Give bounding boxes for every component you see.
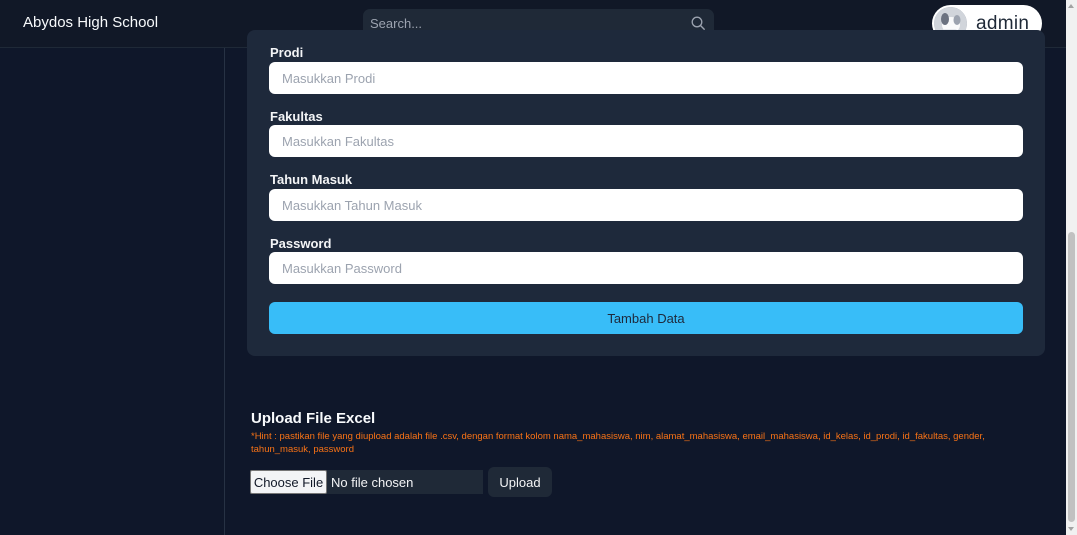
prodi-input[interactable] [269,62,1023,94]
choose-file-button[interactable]: Choose File [250,470,327,494]
scroll-up-arrow-icon[interactable] [1068,4,1074,8]
upload-button[interactable]: Upload [488,467,552,497]
no-file-chosen-text: No file chosen [331,475,414,490]
brand-title[interactable]: Abydos High School [23,14,158,31]
file-input[interactable]: Choose File No file chosen [250,470,483,494]
search-icon[interactable] [691,16,705,30]
prodi-label: Prodi [270,45,304,60]
password-label: Password [270,236,332,251]
scroll-down-arrow-icon[interactable] [1068,527,1074,531]
upload-hint-text: *Hint : pastikan file yang diupload adal… [251,431,985,455]
fakultas-label: Fakultas [270,109,323,124]
tahun-masuk-input[interactable] [269,189,1023,221]
page-scrollbar[interactable] [1066,0,1077,535]
fakultas-input[interactable] [269,125,1023,157]
sidebar [0,48,225,535]
upload-section-title: Upload File Excel [251,410,376,427]
tambah-data-button[interactable]: Tambah Data [269,302,1023,334]
tahun-masuk-label: Tahun Masuk [270,172,353,187]
scrollbar-thumb[interactable] [1068,232,1075,522]
password-input[interactable] [269,252,1023,284]
